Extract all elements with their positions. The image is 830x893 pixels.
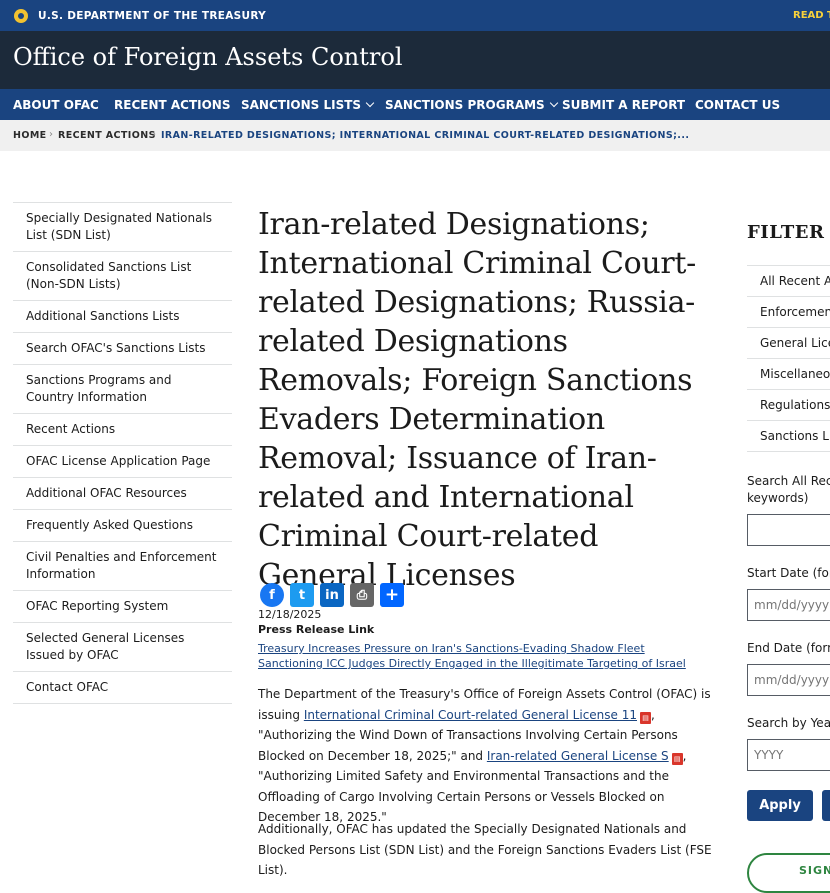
press-link-icc[interactable]: Sanctioning ICC Judges Directly Engaged … [258,657,686,670]
iran-general-license-link[interactable]: Iran-related General License S [487,749,669,763]
read-link[interactable]: READ T [793,10,830,21]
nav-sanctions-programs-label: SANCTIONS PROGRAMS [385,98,545,112]
sidebar-item-license-application[interactable]: OFAC License Application Page [13,446,232,478]
chevron-down-icon [549,98,558,108]
department-name: U.S. DEPARTMENT OF THE TREASURY [38,10,267,22]
end-date-input[interactable] [747,664,830,696]
page-title: Iran-related Designations; International… [258,207,697,593]
filter-item-general-licenses[interactable]: General Licen [747,328,830,359]
sidebar-item-reporting-system[interactable]: OFAC Reporting System [13,591,232,623]
filter-category-list: All Recent Ac Enforcement General Licen … [747,265,830,452]
breadcrumb-separator-icon: › [152,129,156,140]
site-header: Office of Foreign Assets Control [0,31,830,89]
sidebar-item-additional-lists[interactable]: Additional Sanctions Lists [13,301,232,333]
end-date-label: End Date (forma [747,641,830,655]
pdf-icon: ▤ [640,711,651,724]
breadcrumb-home[interactable]: HOME [13,130,47,141]
share-button[interactable]: + [380,583,404,607]
search-label-keywords: keywords) [747,491,809,505]
sidebar-item-search-lists[interactable]: Search OFAC's Sanctions Lists [13,333,232,365]
filter-item-miscellaneous[interactable]: Miscellaneous [747,359,830,390]
facebook-share-button[interactable]: f [260,583,284,607]
treasury-seal-icon [14,9,28,23]
pdf-icon: ▤ [671,752,683,765]
sidebar-item-programs[interactable]: Sanctions Programs and Country Informati… [13,365,232,414]
sidebar-item-contact[interactable]: Contact OFAC [13,672,232,704]
breadcrumb-recent-actions[interactable]: RECENT ACTIONS [58,130,156,141]
nav-submit-report[interactable]: SUBMIT A REPORT [562,98,685,112]
apply-button[interactable]: Apply [747,790,813,821]
sidebar-item-general-licenses[interactable]: Selected General Licenses Issued by OFAC [13,623,232,672]
sidebar-item-recent-actions[interactable]: Recent Actions [13,414,232,446]
year-input[interactable] [747,739,830,771]
breadcrumb: HOME › RECENT ACTIONS › IRAN-RELATED DES… [0,120,830,151]
icc-general-license-link[interactable]: International Criminal Court-related Gen… [304,708,637,722]
publish-date: 12/18/2025 [258,608,322,621]
breadcrumb-current: IRAN-RELATED DESIGNATIONS; INTERNATIONAL… [161,130,690,141]
linkedin-share-button[interactable]: in [320,583,344,607]
nav-contact-us[interactable]: CONTACT US [695,98,780,112]
sidebar-item-sdn-list[interactable]: Specially Designated Nationals List (SDN… [13,203,232,252]
reset-button[interactable] [822,790,830,821]
treasury-banner: U.S. DEPARTMENT OF THE TREASURY READ T [0,0,830,31]
nav-about-ofac[interactable]: ABOUT OFAC [13,98,99,112]
sidebar-item-faq[interactable]: Frequently Asked Questions [13,510,232,542]
article: Iran-related Designations; International… [258,205,724,595]
keyword-search-input[interactable] [747,514,830,546]
press-release-label: Press Release Link [258,623,375,636]
start-date-label: Start Date (form [747,566,830,580]
filter-item-regulations[interactable]: Regulations a [747,390,830,421]
chevron-down-icon [365,98,375,108]
nav-recent-actions[interactable]: RECENT ACTIONS [114,98,230,112]
sidebar-item-consolidated-list[interactable]: Consolidated Sanctions List (Non-SDN Lis… [13,252,232,301]
year-label: Search by Year [747,716,830,730]
print-button[interactable]: ⎙ [350,583,374,607]
article-paragraph-2: Additionally, OFAC has updated the Speci… [258,822,712,877]
sidebar-item-civil-penalties[interactable]: Civil Penalties and Enforcement Informat… [13,542,232,591]
main-nav: ABOUT OFAC RECENT ACTIONS SANCTIONS LIST… [0,89,830,120]
site-title[interactable]: Office of Foreign Assets Control [13,43,403,71]
nav-sanctions-lists[interactable]: SANCTIONS LISTS [241,98,375,112]
search-label: Search All Rece [747,474,830,488]
filter-heading: FILTER R [747,222,830,243]
nav-sanctions-lists-label: SANCTIONS LISTS [241,98,362,112]
filter-item-all[interactable]: All Recent Ac [747,266,830,297]
sidebar-nav: Specially Designated Nationals List (SDN… [13,202,232,704]
start-date-input[interactable] [747,589,830,621]
press-link-iran[interactable]: Treasury Increases Pressure on Iran's Sa… [258,642,645,655]
signup-label: SIGN [799,864,830,877]
nav-sanctions-programs[interactable]: SANCTIONS PROGRAMS [385,98,558,112]
twitter-share-button[interactable]: t [290,583,314,607]
breadcrumb-separator-icon: › [49,129,53,140]
filter-item-enforcement[interactable]: Enforcement [747,297,830,328]
sidebar-item-resources[interactable]: Additional OFAC Resources [13,478,232,510]
article-paragraph-1: The Department of the Treasury's Office … [258,684,724,828]
filter-item-sanctions-list[interactable]: Sanctions Lis [747,421,830,452]
